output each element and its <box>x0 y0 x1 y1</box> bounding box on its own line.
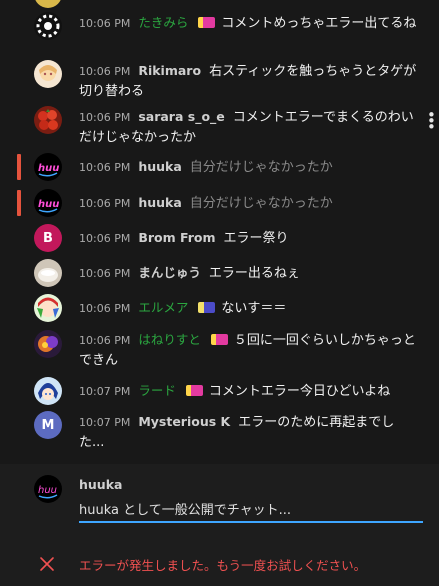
avatar <box>34 259 62 287</box>
message-text: 自分だけじゃなかったか <box>189 196 333 211</box>
author-name[interactable]: まんじゅう <box>138 265 201 280</box>
avatar <box>34 12 62 40</box>
timestamp: 10:06 PM <box>79 111 131 124</box>
avatar <box>34 330 62 358</box>
my-avatar: huu <box>34 475 62 503</box>
timestamp: 10:06 PM <box>79 197 131 210</box>
message-text: 自分だけじゃなかったか <box>189 160 333 175</box>
timestamp: 10:06 PM <box>79 302 131 315</box>
error-text: エラーが発生しました。もう一度お試しください。 <box>79 558 367 573</box>
more-options-icon[interactable]: • • • <box>427 108 436 135</box>
author-name[interactable]: たきみら <box>138 15 188 30</box>
member-badge-icon <box>185 385 203 396</box>
message-text: ないす＝＝ <box>221 301 287 316</box>
author-name[interactable]: Mysterious K <box>138 414 230 429</box>
timestamp: 10:06 PM <box>79 17 131 30</box>
chat-composer: huu huuka エラーが発生しました。もう一度お試しください。 <box>0 464 439 586</box>
author-name[interactable]: huuka <box>138 159 181 174</box>
my-user-name: huuka <box>79 477 123 492</box>
timestamp: 10:06 PM <box>79 161 131 174</box>
avatar <box>34 377 62 405</box>
close-icon[interactable] <box>38 555 56 573</box>
message-text: エラー出るねぇ <box>208 266 300 281</box>
error-message: エラーが発生しました。もう一度お試しください。 <box>0 552 439 576</box>
member-badge-icon <box>198 302 216 313</box>
member-badge-icon <box>198 17 216 28</box>
avatar <box>34 106 62 134</box>
avatar: M <box>34 411 62 439</box>
timestamp: 10:06 PM <box>79 232 131 245</box>
member-badge-icon <box>210 334 228 345</box>
author-name[interactable]: Rikimaro <box>138 63 201 78</box>
avatar <box>34 0 62 8</box>
avatar-letter: B <box>43 230 53 246</box>
author-name[interactable]: エルメア <box>138 300 188 315</box>
avatar: huu <box>34 189 62 217</box>
author-name[interactable]: Brom From <box>138 230 215 245</box>
timestamp: 10:06 PM <box>79 65 131 78</box>
failed-message-marker <box>17 190 21 216</box>
svg-text:huu: huu <box>38 163 59 174</box>
message-text: コメントめっちゃエラー出てるね <box>221 16 417 31</box>
avatar: B <box>34 224 62 252</box>
svg-text:huu: huu <box>38 485 57 496</box>
author-name[interactable]: huuka <box>138 195 181 210</box>
author-name[interactable]: ラード <box>138 383 176 398</box>
timestamp: 10:06 PM <box>79 267 131 280</box>
chat-input[interactable] <box>79 499 423 523</box>
failed-message-marker <box>17 154 21 180</box>
avatar: huu <box>34 153 62 181</box>
avatar <box>34 60 62 88</box>
author-name[interactable]: sarara s_o_e <box>138 109 224 124</box>
chat-message-list[interactable]: 10:06 PM たきみら コメントめっちゃエラー出てるね 10:06 PM Riki… <box>0 0 439 456</box>
message-text: コメントエラー今日ひどいよね <box>208 384 391 399</box>
timestamp: 10:06 PM <box>79 334 131 347</box>
svg-text:huu: huu <box>38 199 59 210</box>
avatar-letter: M <box>41 417 55 433</box>
author-name[interactable]: はねりすと <box>138 332 201 347</box>
avatar <box>34 294 62 322</box>
timestamp: 10:07 PM <box>79 416 131 429</box>
message-text: エラー祭り <box>223 231 289 246</box>
timestamp: 10:07 PM <box>79 385 131 398</box>
